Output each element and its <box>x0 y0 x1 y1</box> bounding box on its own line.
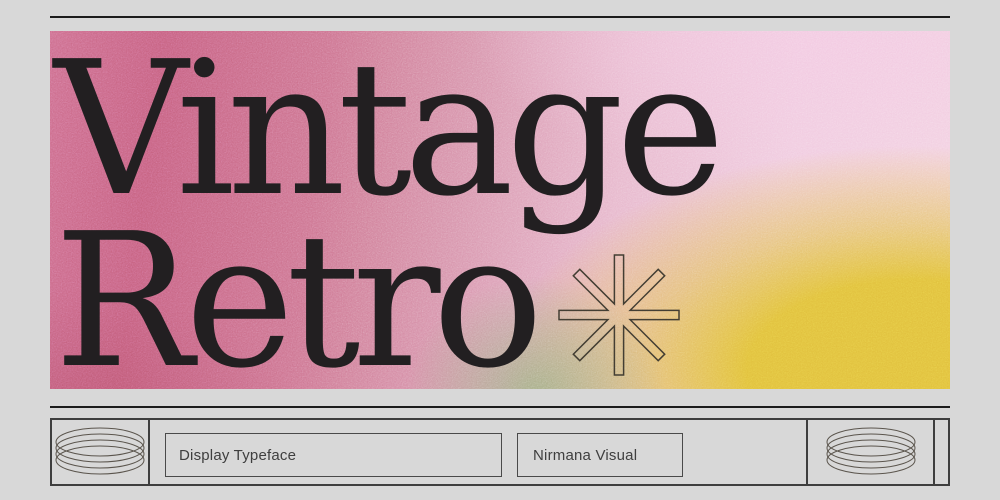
footer-cell-right <box>808 420 935 484</box>
footer-cell-end <box>935 420 948 484</box>
nirmana-visual-label: Nirmana Visual <box>533 446 638 464</box>
top-rule <box>50 16 950 18</box>
nirmana-visual-tag: Nirmana Visual <box>517 433 683 477</box>
footer-bar: Display Typeface Nirmana Visual <box>50 418 950 486</box>
display-typeface-tag: Display Typeface <box>165 433 502 477</box>
cylinder-rings-icon <box>826 427 915 475</box>
asterisk-icon <box>558 254 680 376</box>
cylinder-rings-icon <box>55 427 145 475</box>
footer-rule <box>50 406 950 408</box>
title-line-1: Vintage <box>54 31 725 237</box>
gradient-panel: Vintage Retro <box>50 31 950 389</box>
display-typeface-label: Display Typeface <box>179 446 297 464</box>
footer-cell-middle: Display Typeface Nirmana Visual <box>150 420 808 484</box>
footer-cell-left <box>52 420 150 484</box>
